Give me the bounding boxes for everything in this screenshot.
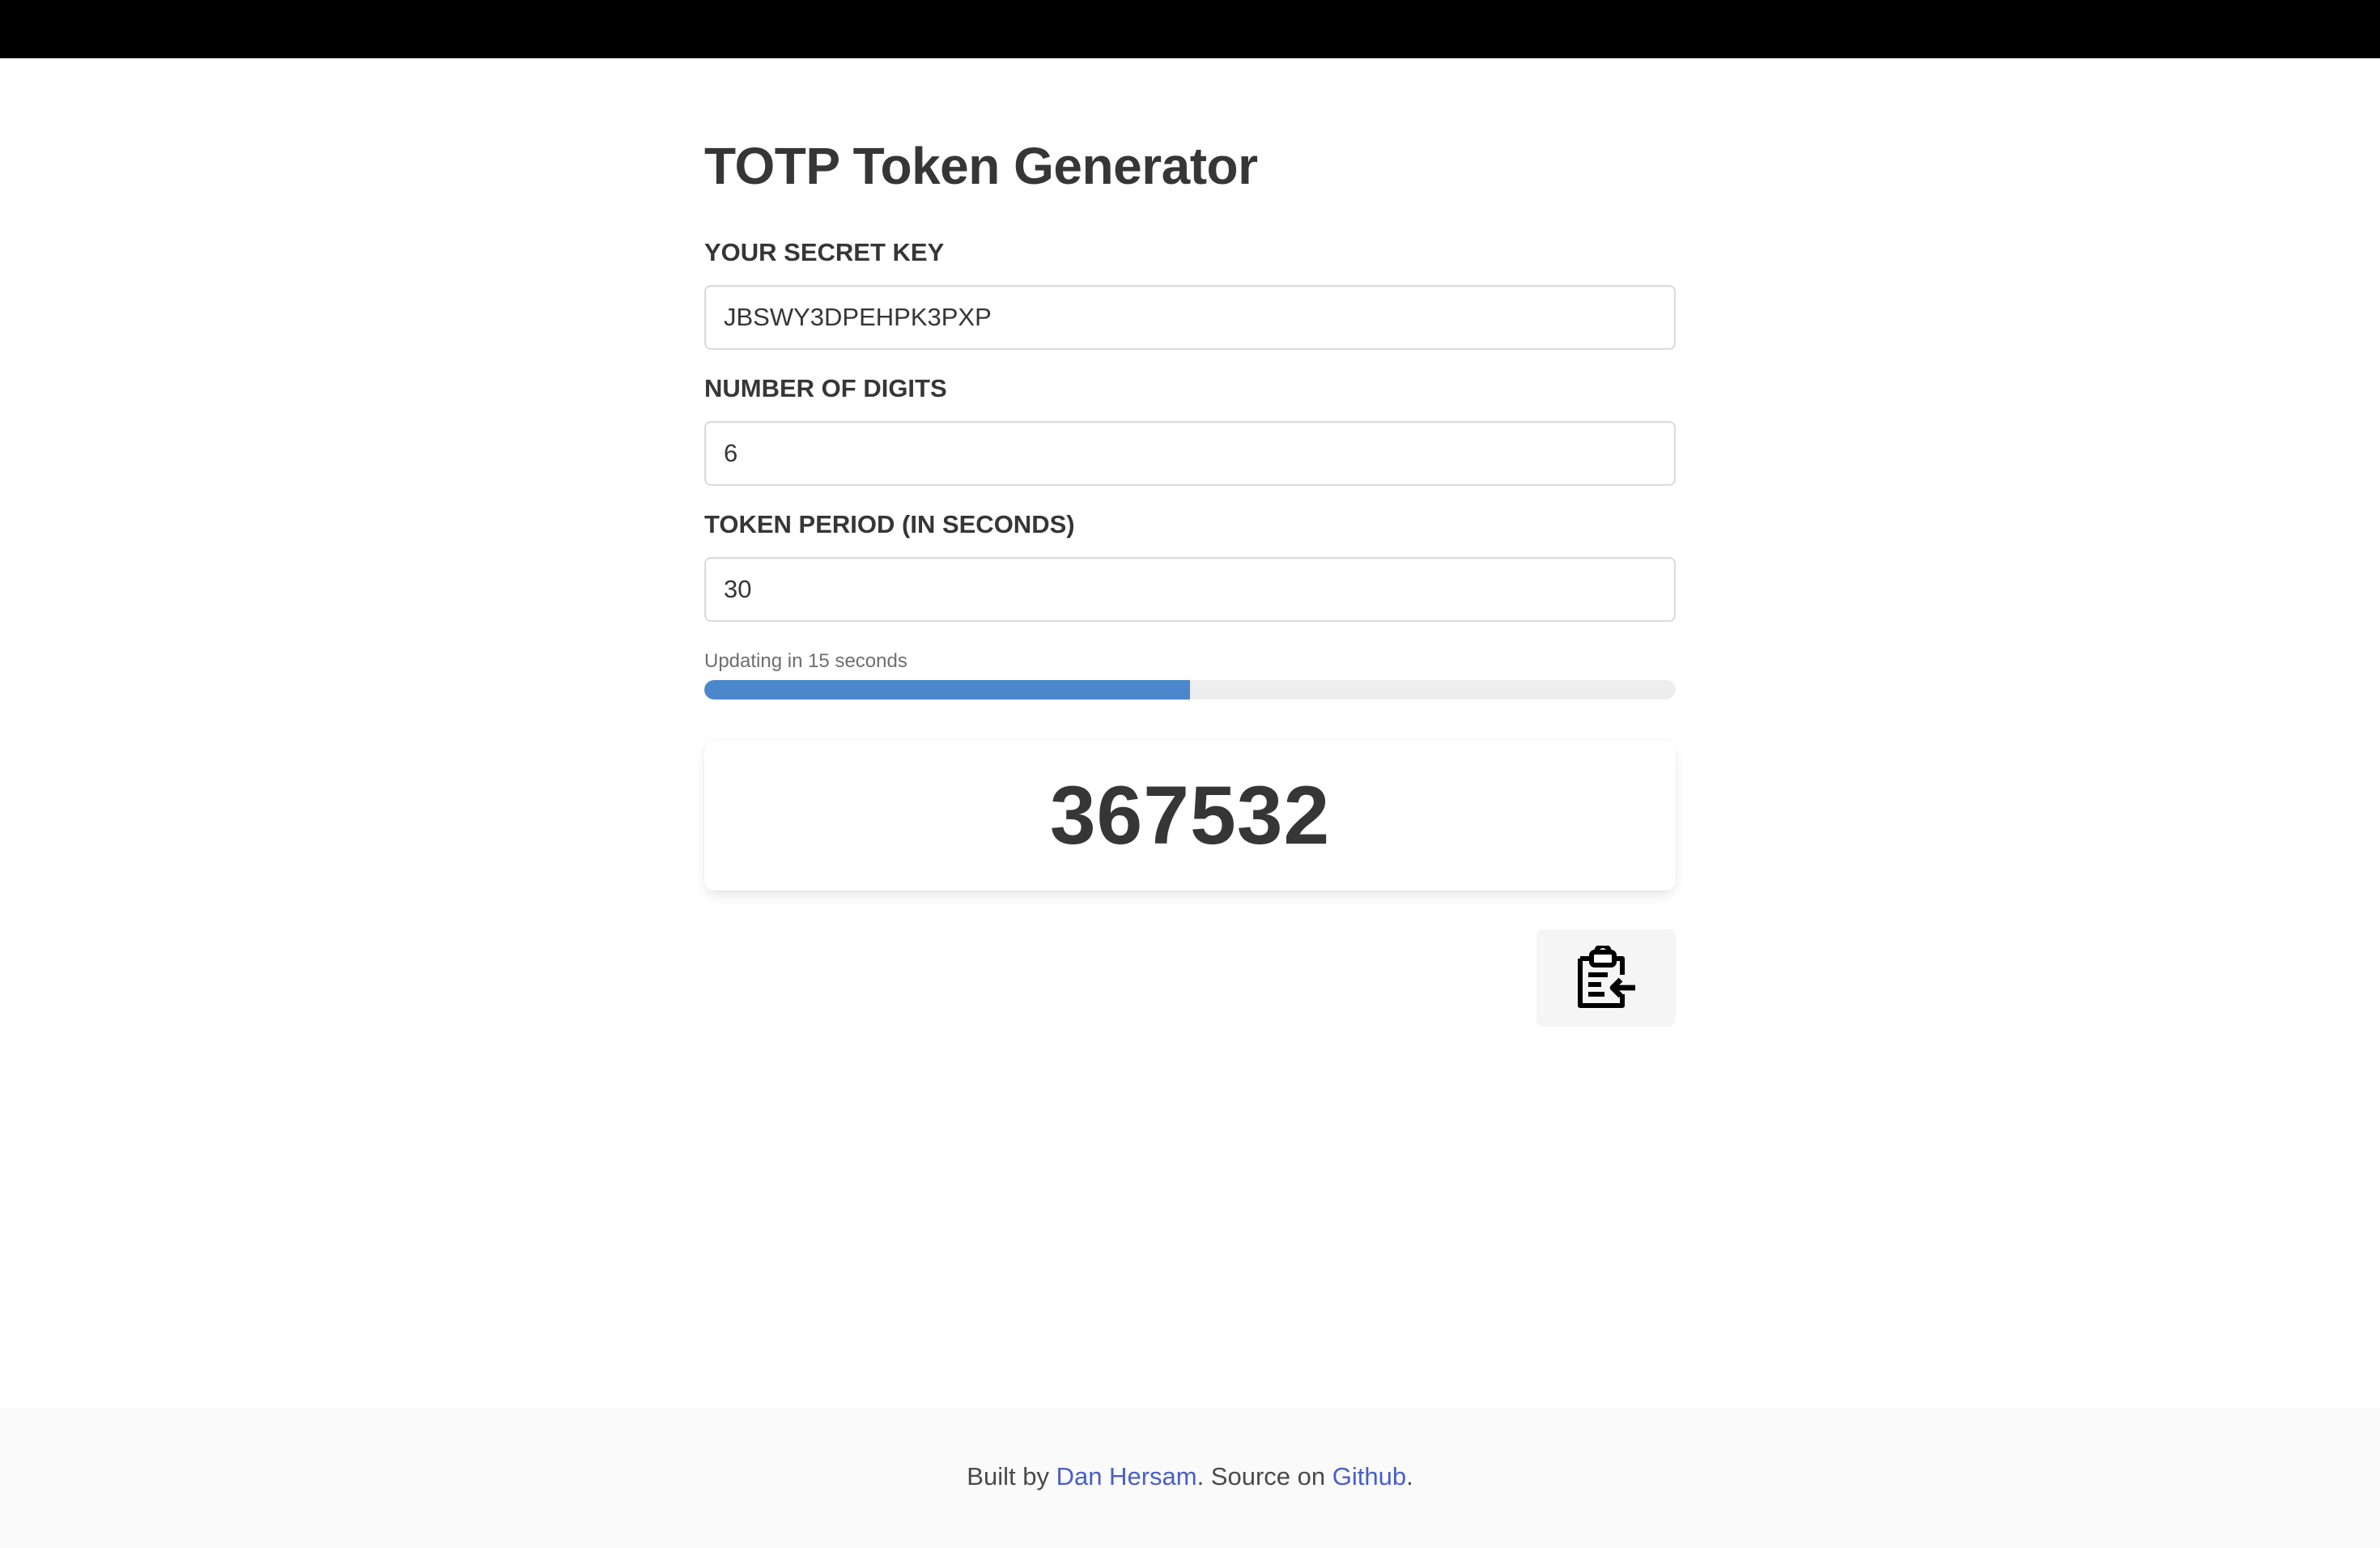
token-display: 367532 — [704, 740, 1676, 891]
secret-key-label: YOUR SECRET KEY — [704, 238, 945, 266]
countdown-progress-bar — [704, 680, 1676, 700]
footer-prefix: Built by — [967, 1462, 1056, 1491]
github-link[interactable]: Github — [1332, 1462, 1406, 1491]
copy-token-button[interactable] — [1536, 929, 1676, 1027]
period-label: TOKEN PERIOD (IN SECONDS) — [704, 510, 1075, 538]
clipboard-copy-icon — [1578, 946, 1635, 1008]
updating-countdown-text: Updating in 15 seconds — [704, 650, 907, 672]
footer-suffix: . — [1406, 1462, 1413, 1491]
footer: Built by Dan Hersam. Source on Github. — [0, 1407, 2380, 1548]
author-link[interactable]: Dan Hersam — [1056, 1462, 1197, 1491]
token-value: 367532 — [1049, 768, 1331, 861]
top-bar — [0, 0, 2380, 58]
footer-middle: . Source on — [1196, 1462, 1332, 1491]
secret-key-input[interactable] — [704, 285, 1676, 350]
period-input[interactable] — [704, 557, 1676, 622]
countdown-progress-fill — [704, 680, 1190, 700]
digits-label: NUMBER OF DIGITS — [704, 374, 947, 402]
digits-input[interactable] — [704, 421, 1676, 486]
page-title: TOTP Token Generator — [704, 137, 1258, 195]
